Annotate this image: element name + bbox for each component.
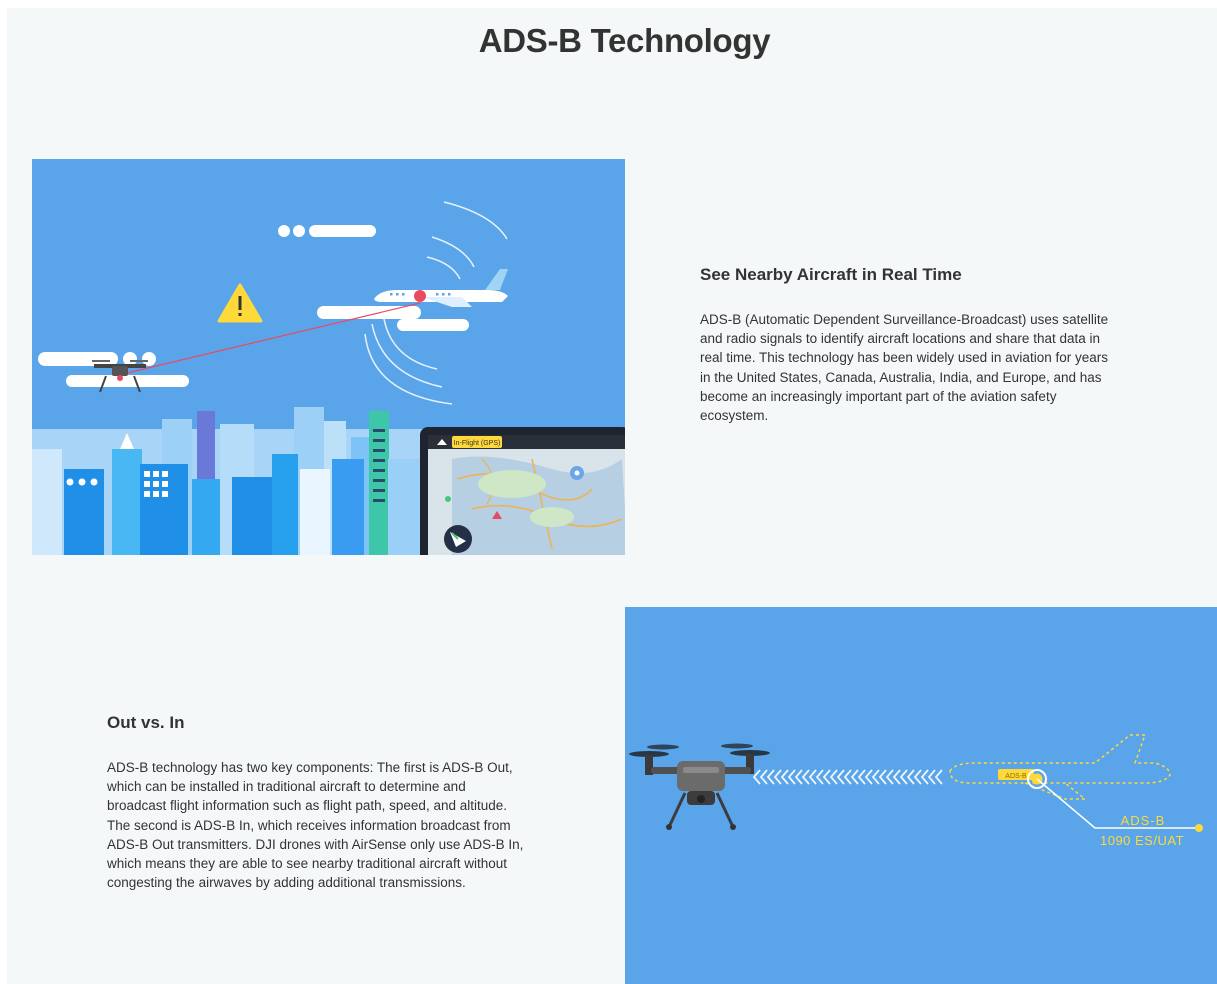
adsb-label-line2: 1090 ES/UAT	[1100, 833, 1184, 848]
section-title-out-vs-in: Out vs. In	[107, 713, 185, 732]
drone-icon	[629, 743, 770, 830]
adsb-out-in-illustration: ADS-B ADS-B 1090 ES/UAT	[625, 607, 1217, 984]
page-container: ADS-B Technology In-Flight (GPS) See Nea…	[7, 8, 1217, 984]
app-status-text: In-Flight (GPS)	[454, 440, 501, 447]
adsb-tag-text: ADS-B	[1005, 773, 1027, 780]
tablet-device: In-Flight (GPS)	[420, 427, 625, 555]
leader-line	[1036, 778, 1198, 829]
airplane-outline	[949, 734, 1171, 800]
compass-icon	[444, 525, 472, 553]
adsb-label-line1: ADS-B	[1121, 813, 1166, 828]
leader-endpoint	[1195, 824, 1203, 832]
section-body-out-vs-in: ADS-B technology has two key components:…	[107, 760, 524, 891]
section-title-real-time: See Nearby Aircraft in Real Time	[700, 265, 962, 284]
adsb-city-illustration: In-Flight (GPS)	[32, 159, 625, 555]
radio-wave-lines	[364, 201, 508, 405]
airliner-icon	[374, 269, 508, 307]
page-title: ADS-B Technology	[478, 22, 771, 59]
aircraft-icon	[570, 466, 584, 480]
warning-icon	[217, 283, 263, 323]
signal-chevrons	[752, 769, 943, 785]
section-body-real-time: ADS-B (Automatic Dependent Surveillance-…	[700, 312, 1109, 424]
